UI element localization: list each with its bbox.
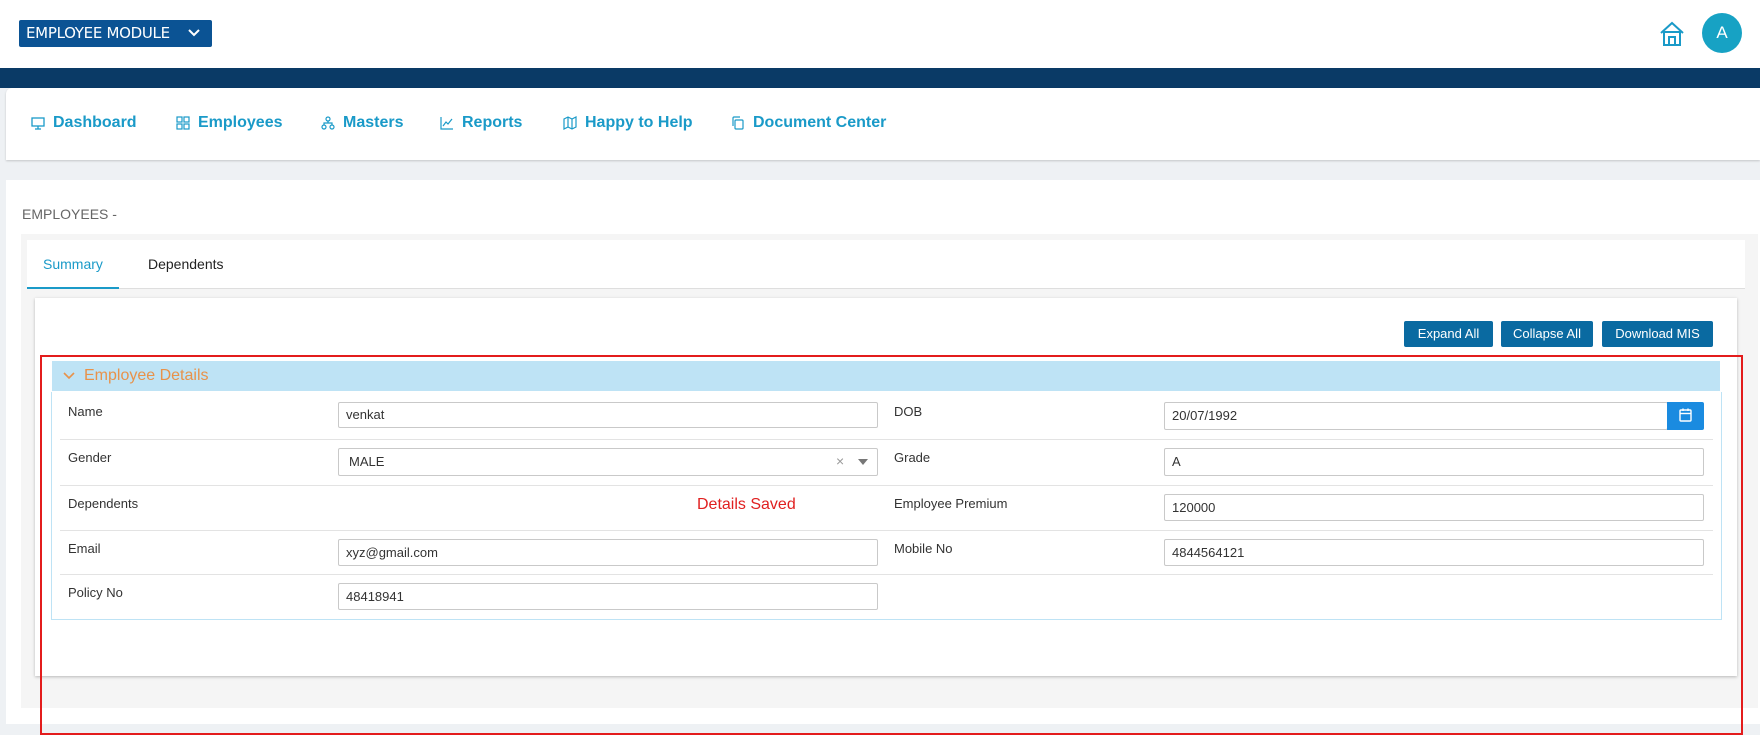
tab-bar: Summary Dependents <box>27 240 1745 289</box>
collapse-all-button[interactable]: Collapse All <box>1501 321 1593 347</box>
nav-employees-label: Employees <box>198 114 283 131</box>
nav-document-center[interactable]: Document Center <box>731 114 886 132</box>
sitemap-icon <box>321 116 335 130</box>
main-nav: Dashboard Employees Masters Reports Happ… <box>6 88 1760 160</box>
brand-bar <box>0 68 1760 88</box>
chevron-down-icon <box>188 20 200 57</box>
nav-happy-to-help[interactable]: Happy to Help <box>563 114 693 132</box>
expand-all-button[interactable]: Expand All <box>1404 321 1493 347</box>
nav-dashboard[interactable]: Dashboard <box>31 114 137 132</box>
nav-reports-label: Reports <box>462 114 523 131</box>
nav-employees[interactable]: Employees <box>176 114 282 132</box>
monitor-icon <box>31 117 45 130</box>
top-bar: EMPLOYEE MODULE A <box>0 0 1760 68</box>
download-mis-button[interactable]: Download MIS <box>1602 321 1713 347</box>
module-selector[interactable]: EMPLOYEE MODULE <box>19 20 212 47</box>
nav-document-center-label: Document Center <box>753 114 887 131</box>
tab-summary[interactable]: Summary <box>27 240 119 289</box>
module-selector-label: EMPLOYEE MODULE <box>26 24 170 42</box>
grid-icon <box>176 116 190 130</box>
tab-dependents[interactable]: Dependents <box>132 240 240 288</box>
map-icon <box>563 116 577 130</box>
copy-icon <box>732 116 744 130</box>
avatar[interactable]: A <box>1702 13 1742 53</box>
page-title: EMPLOYEES - <box>22 206 117 222</box>
nav-reports[interactable]: Reports <box>440 114 522 132</box>
nav-dashboard-label: Dashboard <box>53 114 137 131</box>
home-icon[interactable] <box>1658 20 1686 48</box>
highlight-box <box>40 355 1743 735</box>
nav-masters[interactable]: Masters <box>321 114 403 132</box>
nav-masters-label: Masters <box>343 114 404 131</box>
line-chart-icon <box>440 117 453 130</box>
nav-happy-to-help-label: Happy to Help <box>585 114 693 131</box>
